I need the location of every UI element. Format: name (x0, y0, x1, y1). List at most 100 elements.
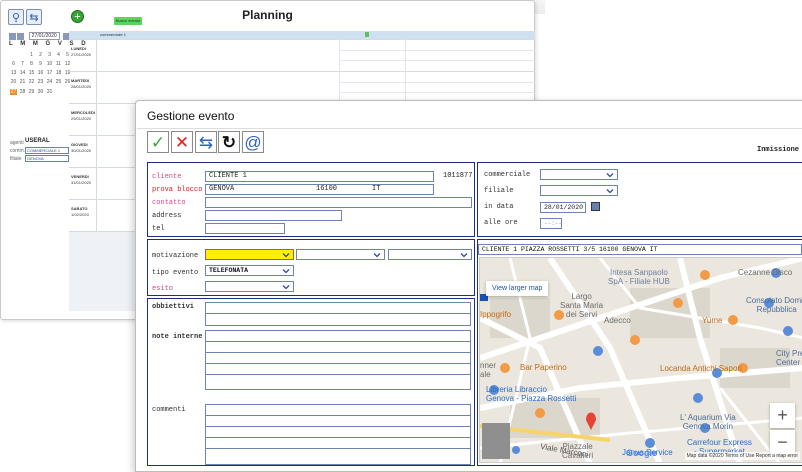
calendar-day[interactable]: 27 (10, 89, 17, 95)
filiale-select[interactable] (540, 185, 618, 196)
commenti-textarea[interactable] (205, 404, 471, 465)
notes-panel: obbiettivi note interne commenti (147, 298, 475, 466)
commerciale-label: commerciale (484, 171, 531, 179)
map[interactable]: Viale Marconi Intesa Sanpaolo SpA - Fili… (479, 257, 802, 463)
chevron-down-icon (282, 285, 290, 290)
map-label-cezanne: Cezanne Disco (738, 268, 793, 277)
calendar-day[interactable]: 6 (10, 61, 17, 67)
dialog-title: Gestione evento (147, 109, 235, 123)
title-divider (137, 128, 802, 129)
tel-input[interactable] (205, 223, 285, 234)
note-interne-textarea[interactable] (205, 330, 471, 390)
day-column-divider (96, 136, 97, 167)
chevron-down-icon (373, 253, 381, 258)
calendar-day[interactable]: 14 (19, 70, 26, 76)
day-label: LUNEDI 27/01/2020 (71, 46, 92, 57)
calendar-day[interactable]: 31 (46, 89, 53, 95)
planning-title: Planning (242, 8, 293, 22)
date-input[interactable]: 28/01/2020 (540, 202, 586, 213)
view-larger-map-link[interactable]: View larger map (486, 281, 549, 296)
time-input[interactable]: --:-- (540, 218, 562, 229)
calendar-day[interactable]: 3 (46, 52, 53, 58)
calendar-day[interactable]: 1 (28, 52, 35, 58)
calendar-day[interactable]: 15 (28, 70, 35, 76)
time-slot-line (339, 82, 535, 83)
day-label: GIOVEDI 30/01/2020 (71, 142, 92, 153)
day-column-divider (96, 200, 97, 231)
tipo-evento-label: tipo evento (152, 269, 199, 277)
calendar-icon[interactable] (591, 202, 600, 211)
calendar-date-field[interactable]: 27/01/2020 (28, 32, 60, 40)
commenti-label: commenti (152, 406, 186, 414)
chevron-down-icon (606, 189, 614, 194)
commerciale-side-select[interactable]: COMMERCIALE 1 (25, 147, 69, 154)
calendar-week: 13 14 15 16 17 18 19 (9, 70, 71, 76)
motivazione-select[interactable] (205, 249, 294, 260)
event-dialog: Gestione evento ✓ ✕ ⇆ ↻ @ Inmissione cli… (135, 100, 802, 472)
commerciale-select[interactable] (540, 169, 618, 180)
filiale-label: filiale (484, 187, 514, 195)
planning-day-row[interactable]: LUNEDI 27/01/2020 (69, 39, 535, 71)
map-label-intesa: Intesa Sanpaolo SpA - Filiale HUB (608, 268, 670, 286)
planning-day-row[interactable]: MARTEDI 28/01/2020 (69, 71, 535, 103)
calendar-day[interactable]: 7 (19, 61, 26, 67)
esito-select[interactable] (205, 281, 294, 292)
cliente-input[interactable]: CLIENTE 1 (205, 171, 434, 182)
refresh-icon[interactable]: ↻ (218, 131, 240, 153)
day-label: SABATO 1/02/2020 (71, 206, 89, 217)
calendar-day[interactable]: 24 (46, 79, 53, 85)
chevron-down-icon (282, 253, 290, 258)
calendar-day[interactable]: 30 (37, 89, 44, 95)
grid-header: commerciale 1 (69, 31, 535, 39)
obiettivi-label: obbiettivi (152, 303, 195, 311)
email-icon[interactable]: @ (242, 131, 264, 153)
sync-icon[interactable]: ⇆ (195, 131, 217, 153)
calendar-day[interactable]: 10 (46, 61, 53, 67)
cliente-code: 1011877 (443, 172, 473, 180)
confirm-icon[interactable]: ✓ (147, 131, 169, 153)
calendar-day[interactable]: 23 (37, 79, 44, 85)
calendar-day[interactable]: 11 (55, 61, 62, 67)
zoom-in-button[interactable]: + (770, 403, 795, 428)
calendar-day[interactable]: 13 (10, 70, 17, 76)
calendar-day[interactable]: 9 (37, 61, 44, 67)
esito-label: esito (152, 285, 174, 293)
calendar-day[interactable]: 28 (19, 89, 26, 95)
contatto-input[interactable] (205, 197, 472, 208)
map-label-consolato: Consolato Domin Repubblica (746, 296, 802, 314)
calendar-day[interactable]: 25 (55, 79, 62, 85)
obiettivi-textarea[interactable] (205, 302, 471, 326)
cancel-icon[interactable]: ✕ (171, 131, 193, 153)
calendar-day[interactable]: 22 (28, 79, 35, 85)
map-label-citypre: City Pre Center I (776, 349, 802, 367)
google-logo: Google (626, 448, 657, 458)
map-footer[interactable]: Map data ©2020 Terms of Use Report a map… (684, 452, 800, 460)
calendar-day[interactable]: 16 (37, 70, 44, 76)
calendar-day (19, 52, 26, 58)
map-address: CLIENTE 1 PIAZZA ROSSETTI 3/5 16100 GENO… (478, 244, 802, 255)
filiale-side-select[interactable]: GENOVA (25, 155, 69, 162)
calendar-day[interactable]: 4 (55, 52, 62, 58)
calendar-day[interactable]: 17 (46, 70, 53, 76)
address-input[interactable] (205, 210, 342, 221)
assignment-panel: commerciale filiale in data 28/01/2020 a… (477, 162, 802, 237)
calendar-day[interactable]: 29 (28, 89, 35, 95)
calendar-day[interactable]: 21 (19, 79, 26, 85)
prev-icon[interactable] (17, 32, 24, 40)
tipo-evento-select[interactable]: TELEFONATA (205, 265, 294, 276)
motivazione-select-2[interactable] (296, 249, 385, 260)
calendar-day[interactable]: 18 (55, 70, 62, 76)
event-panel: motivazione tipo evento TELEFONATA esito (147, 239, 475, 296)
calendar-day[interactable]: 2 (37, 52, 44, 58)
day-column-divider (96, 104, 97, 135)
map-label-aquarium: L' Aquarium Via Genova Morin (680, 413, 736, 431)
prev-month-icon[interactable] (9, 32, 16, 40)
calendar-day[interactable]: 8 (28, 61, 35, 67)
calendar-day[interactable]: 20 (10, 79, 17, 85)
map-label-ippogrifo: Ippogrifo (480, 310, 512, 319)
prova-blocco-input[interactable]: GENOVA 16100 IT (205, 184, 434, 195)
chevron-down-icon (606, 173, 614, 178)
in-data-label: in data (484, 203, 514, 211)
motivazione-select-3[interactable] (388, 249, 472, 260)
prova-blocco-label: prova blocco (152, 186, 203, 194)
